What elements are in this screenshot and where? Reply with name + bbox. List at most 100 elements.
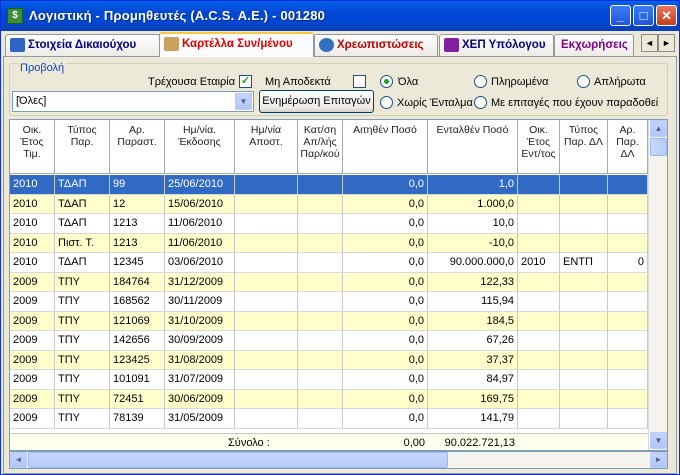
cell-fiscal-year: 2009 xyxy=(10,311,55,331)
table-row[interactable]: 2009 ΤΠΥ 101091 31/07/2009 0,0 84,97 xyxy=(10,370,648,390)
scroll-left-button[interactable]: ◄ xyxy=(10,452,27,468)
cell-send-date xyxy=(235,331,298,350)
radio-all[interactable] xyxy=(380,75,393,88)
cell-type: ΤΠΥ xyxy=(55,389,110,409)
cell-dl-type: ΕΝΤΠ xyxy=(560,253,608,272)
table-row[interactable]: 2009 ΤΠΥ 142656 30/09/2009 0,0 67,26 xyxy=(10,331,648,351)
cell-issue-date: 31/10/2009 xyxy=(165,311,235,331)
radio-unpaid[interactable] xyxy=(577,75,590,88)
tab-xep-accountable[interactable]: ΧΕΠ Υπόλογου xyxy=(439,34,554,56)
cell-fiscal-year: 2010 xyxy=(10,194,55,214)
radio-no-order-label: Χωρίς Ένταλμα xyxy=(397,97,473,109)
cell-number: 1213 xyxy=(110,233,165,253)
tab-scroll-right-button[interactable]: ► xyxy=(658,34,675,52)
cell-dl-number xyxy=(608,272,648,292)
cell-requested-amount: 0,0 xyxy=(343,214,428,233)
column-header[interactable]: Αρ. Παραστ. xyxy=(110,120,165,174)
cell-issue-date: 31/08/2009 xyxy=(165,350,235,370)
current-company-checkbox[interactable]: ✓ xyxy=(239,75,252,88)
column-header[interactable]: Τύπος Παρ. ΔΛ xyxy=(560,120,608,174)
cell-issue-date: 11/06/2010 xyxy=(165,214,235,233)
cell-requested-amount: 0,0 xyxy=(343,175,428,194)
table-row[interactable]: 2009 ΤΠΥ 123425 31/08/2009 0,0 37,37 xyxy=(10,350,648,370)
tab-debits-credits[interactable]: Χρεωπιστώσεις xyxy=(314,34,438,56)
chevron-down-icon[interactable]: ▼ xyxy=(235,93,252,110)
tab-scroll-left-button[interactable]: ◄ xyxy=(641,34,658,52)
cell-requested-amount: 0,0 xyxy=(343,311,428,331)
cell-dl-type xyxy=(560,331,608,350)
scroll-up-button[interactable]: ▲ xyxy=(650,120,667,137)
column-header[interactable]: Ημ/νία Αποστ. xyxy=(235,120,298,174)
cell-status xyxy=(298,292,343,311)
cell-send-date xyxy=(235,253,298,272)
table-row[interactable]: 2009 ΤΠΥ 168562 30/11/2009 0,0 115,94 xyxy=(10,292,648,312)
column-header[interactable]: Ενταλθέν Ποσό xyxy=(428,120,518,174)
cell-fiscal-year: 2010 xyxy=(10,253,55,272)
column-header[interactable]: Ημ/νία. Έκδοσης xyxy=(165,120,235,174)
horizontal-scrollbar[interactable]: ◄ ► xyxy=(9,451,668,469)
cell-dl-number: 0 xyxy=(608,253,648,272)
column-header[interactable]: Οικ. Έτος Εντ/τος xyxy=(518,120,560,174)
scroll-thumb[interactable] xyxy=(650,138,667,156)
cell-number: 168562 xyxy=(110,292,165,311)
tab-ledger-card[interactable]: Καρτέλλα Συν/μένου xyxy=(159,32,314,57)
minimize-button[interactable]: _ xyxy=(610,5,631,26)
radio-with-checks[interactable] xyxy=(474,96,487,109)
column-header[interactable]: Αιτηθέν Ποσό xyxy=(343,120,428,174)
cell-type: ΤΠΥ xyxy=(55,272,110,292)
radio-paid[interactable] xyxy=(474,75,487,88)
maximize-button[interactable]: □ xyxy=(633,5,654,26)
cell-number: 121069 xyxy=(110,311,165,331)
vertical-scrollbar[interactable]: ▲ ▼ xyxy=(648,120,667,450)
scroll-down-button[interactable]: ▼ xyxy=(650,432,667,449)
cell-status xyxy=(298,272,343,292)
table-row[interactable]: 2010 ΤΔΑΠ 1213 11/06/2010 0,0 10,0 xyxy=(10,214,648,234)
table-row[interactable]: 2010 Πιστ. Τ. 1213 11/06/2010 0,0 -10,0 xyxy=(10,233,648,253)
cell-dl-type xyxy=(560,292,608,311)
cell-number: 12345 xyxy=(110,253,165,272)
close-button[interactable]: ✕ xyxy=(656,5,677,26)
cell-dl-number xyxy=(608,409,648,428)
title-bar[interactable]: $ Λογιστική - Προμηθευτές (A.C.S. A.E.) … xyxy=(1,1,679,31)
scroll-right-button[interactable]: ► xyxy=(650,452,667,468)
cell-type: ΤΠΥ xyxy=(55,350,110,370)
cell-requested-amount: 0,0 xyxy=(343,233,428,253)
column-header[interactable]: Αρ. Παρ. ΔΛ xyxy=(608,120,648,174)
table-row[interactable]: 2009 ΤΠΥ 78139 31/05/2009 0,0 141,79 xyxy=(10,409,648,429)
cell-ordered-amount: 184,5 xyxy=(428,311,518,331)
hscroll-thumb[interactable] xyxy=(28,452,448,468)
cell-status xyxy=(298,214,343,233)
cell-ordered-amount: 84,97 xyxy=(428,370,518,389)
ledger-icon xyxy=(164,37,179,51)
cell-dl-number xyxy=(608,311,648,331)
cell-fiscal-year: 2009 xyxy=(10,272,55,292)
update-checks-button[interactable]: Ενημέρωση Επιταγών xyxy=(259,90,374,113)
cell-requested-amount: 0,0 xyxy=(343,409,428,428)
table-row[interactable]: 2010 ΤΔΑΠ 99 25/06/2010 0,0 1,0 xyxy=(10,175,648,195)
cell-dl-type xyxy=(560,389,608,409)
cell-fiscal-year: 2009 xyxy=(10,331,55,350)
unaccepted-checkbox[interactable] xyxy=(353,75,366,88)
cell-dl-type xyxy=(560,194,608,214)
cell-ordered-amount: 1,0 xyxy=(428,175,518,194)
cell-send-date xyxy=(235,350,298,370)
cell-number: 123425 xyxy=(110,350,165,370)
table-row[interactable]: 2009 ΤΠΥ 72451 30/06/2009 0,0 169,75 xyxy=(10,389,648,409)
group-title: Προβολή xyxy=(18,62,67,74)
cell-order-year xyxy=(518,272,560,292)
column-header[interactable]: Τύπος Παρ. xyxy=(55,120,110,174)
column-header[interactable]: Οικ. Έτος Τιμ. xyxy=(10,120,55,174)
table-row[interactable]: 2009 ΤΠΥ 121069 31/10/2009 0,0 184,5 xyxy=(10,311,648,331)
table-row[interactable]: 2010 ΤΔΑΠ 12 15/06/2010 0,0 1.000,0 xyxy=(10,194,648,214)
table-row[interactable]: 2010 ΤΔΑΠ 12345 03/06/2010 0,0 90.000.000,0 20… xyxy=(10,253,648,273)
total-ordered: 90.022.721,13 xyxy=(444,437,515,449)
cell-type: ΤΔΑΠ xyxy=(55,175,110,194)
company-select[interactable]: [Όλες] ▼ xyxy=(12,91,254,112)
cell-issue-date: 03/06/2010 xyxy=(165,253,235,272)
cell-dl-number xyxy=(608,194,648,214)
column-header[interactable]: Κατ/ση Απ/λής Παρ/κού xyxy=(298,120,343,174)
radio-no-order[interactable] xyxy=(380,96,393,109)
tab-assignments[interactable]: Εκχωρήσεις xyxy=(554,34,634,56)
table-row[interactable]: 2009 ΤΠΥ 184764 31/12/2009 0,0 122,33 xyxy=(10,272,648,292)
tab-beneficiary-info[interactable]: Στοιχεία Δικαιούχου xyxy=(5,34,160,56)
